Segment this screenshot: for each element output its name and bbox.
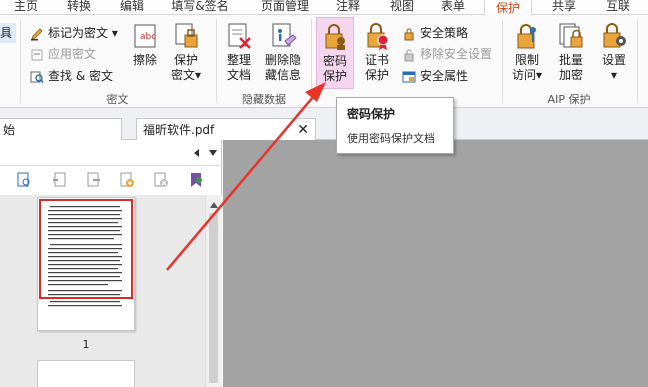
document-tabs-bar: 始 福昕软件.pdf ✕ xyxy=(0,108,648,140)
apply-redact-button[interactable]: 应用密文 xyxy=(30,44,96,64)
unlock-icon xyxy=(404,49,414,61)
pencil-redact-icon xyxy=(31,27,43,40)
dropdown-arrow-icon: ▾ xyxy=(108,26,118,40)
batch-encrypt-button[interactable]: 批量 加密 xyxy=(552,21,590,83)
settings-lock-icon xyxy=(603,23,626,48)
thumbnail-panel: 1 xyxy=(0,140,222,387)
page-search-icon[interactable] xyxy=(16,172,32,188)
panel-header xyxy=(0,140,222,166)
thumbnail-list: 1 xyxy=(0,195,205,387)
eraser-icon: abc xyxy=(134,24,156,48)
insert-page-icon[interactable] xyxy=(52,172,68,188)
sanitize-document-button[interactable]: 整理 文档 xyxy=(222,21,256,83)
ribbon: 具 标记为密文 ▾ 应用密文 查找 & 密文 abc 擦除 保护 密文▾ 密文 整… xyxy=(0,15,648,108)
protect-redact-icon xyxy=(175,23,198,48)
tab-page-manage[interactable]: 页面管理 xyxy=(255,0,315,15)
delete-page-icon[interactable] xyxy=(153,172,169,188)
tab-share[interactable]: 共享 xyxy=(546,0,582,15)
remove-hidden-info-button[interactable]: 删除隐 藏信息 xyxy=(260,21,306,83)
scrollbar-thumb[interactable] xyxy=(209,213,218,383)
certificate-protect-button[interactable]: 证书 保护 xyxy=(359,21,395,83)
dropdown-arrow-icon: ▾ xyxy=(535,68,543,82)
restrict-lock-icon xyxy=(517,24,536,49)
sanitize-doc-icon xyxy=(228,23,251,49)
page-number-label: 1 xyxy=(82,338,90,351)
tab-fill-sign[interactable]: 填写&签名 xyxy=(165,0,235,15)
menu-tabs: 主页 转换 编辑 填写&签名 页面管理 注释 视图 表单 保护 共享 互联 xyxy=(0,0,648,16)
remove-security-button[interactable]: 移除安全设置 xyxy=(402,44,492,64)
add-page-icon[interactable] xyxy=(119,172,135,188)
security-properties-icon xyxy=(402,71,416,82)
tab-convert[interactable]: 转换 xyxy=(61,0,97,15)
tools-button[interactable]: 具 xyxy=(0,23,16,43)
tab-protect[interactable]: 保护 xyxy=(484,0,532,16)
dropdown-arrow-icon: ▾ xyxy=(194,68,202,82)
mark-redact-button[interactable]: 标记为密文 ▾ xyxy=(30,23,118,43)
close-tab-icon[interactable]: ✕ xyxy=(297,119,309,141)
protect-redact-button[interactable]: 保护 密文▾ xyxy=(168,21,204,83)
security-properties-button[interactable]: 安全属性 xyxy=(402,66,468,86)
tooltip-title: 密码保护 xyxy=(347,107,396,121)
tab-edit[interactable]: 编辑 xyxy=(114,0,150,15)
certificate-lock-icon xyxy=(367,23,389,50)
tooltip: 密码保护 使用密码保护文档 xyxy=(336,97,454,154)
doc-tab-file[interactable]: 福昕软件.pdf ✕ xyxy=(136,118,316,140)
tab-home[interactable]: 主页 xyxy=(8,0,44,15)
extract-page-icon[interactable] xyxy=(85,172,101,188)
aip-settings-button[interactable]: 设置 ▾ xyxy=(596,21,632,83)
thumbnail-scrollbar[interactable] xyxy=(205,195,222,387)
group-label-aip: AIP 保护 xyxy=(547,93,591,106)
page-thumbnail[interactable] xyxy=(37,360,135,387)
password-lock-icon xyxy=(325,24,345,50)
scroll-up-icon[interactable] xyxy=(209,201,219,209)
bookmark-view-icon[interactable] xyxy=(188,172,204,188)
find-redact-icon xyxy=(30,71,44,83)
group-label-hidden-data: 隐藏数据 xyxy=(242,93,286,106)
collapse-left-icon[interactable] xyxy=(193,148,201,158)
doc-tab-start[interactable]: 始 xyxy=(0,118,122,140)
tab-comment[interactable]: 注释 xyxy=(330,0,366,15)
thumbnail-text-lines xyxy=(48,206,122,307)
tab-view[interactable]: 视图 xyxy=(384,0,420,15)
svg-text:abc: abc xyxy=(140,32,156,42)
restrict-access-button[interactable]: 限制 访问▾ xyxy=(508,21,546,83)
erase-button[interactable]: abc 擦除 xyxy=(127,21,163,68)
remove-hidden-icon xyxy=(272,23,297,47)
tooltip-description: 使用密码保护文档 xyxy=(347,132,435,145)
document-view[interactable] xyxy=(223,140,648,387)
page-thumbnail[interactable] xyxy=(37,197,135,331)
policy-lock-icon xyxy=(404,28,414,40)
dropdown-arrow-icon: ▾ xyxy=(610,68,618,82)
expand-down-icon[interactable] xyxy=(208,149,218,157)
tab-connect[interactable]: 互联 xyxy=(598,0,638,15)
batch-encrypt-icon xyxy=(559,23,583,48)
apply-redact-icon xyxy=(31,49,43,60)
tab-form[interactable]: 表单 xyxy=(435,0,471,15)
separator xyxy=(311,19,312,103)
separator xyxy=(637,19,638,103)
group-label-redact: 密文 xyxy=(106,93,129,106)
find-redact-button[interactable]: 查找 & 密文 xyxy=(30,66,113,86)
thumbnail-toolbar xyxy=(0,167,222,195)
security-policy-button[interactable]: 安全策略 xyxy=(402,23,468,43)
password-protect-button[interactable]: 密码 保护 xyxy=(316,17,354,89)
